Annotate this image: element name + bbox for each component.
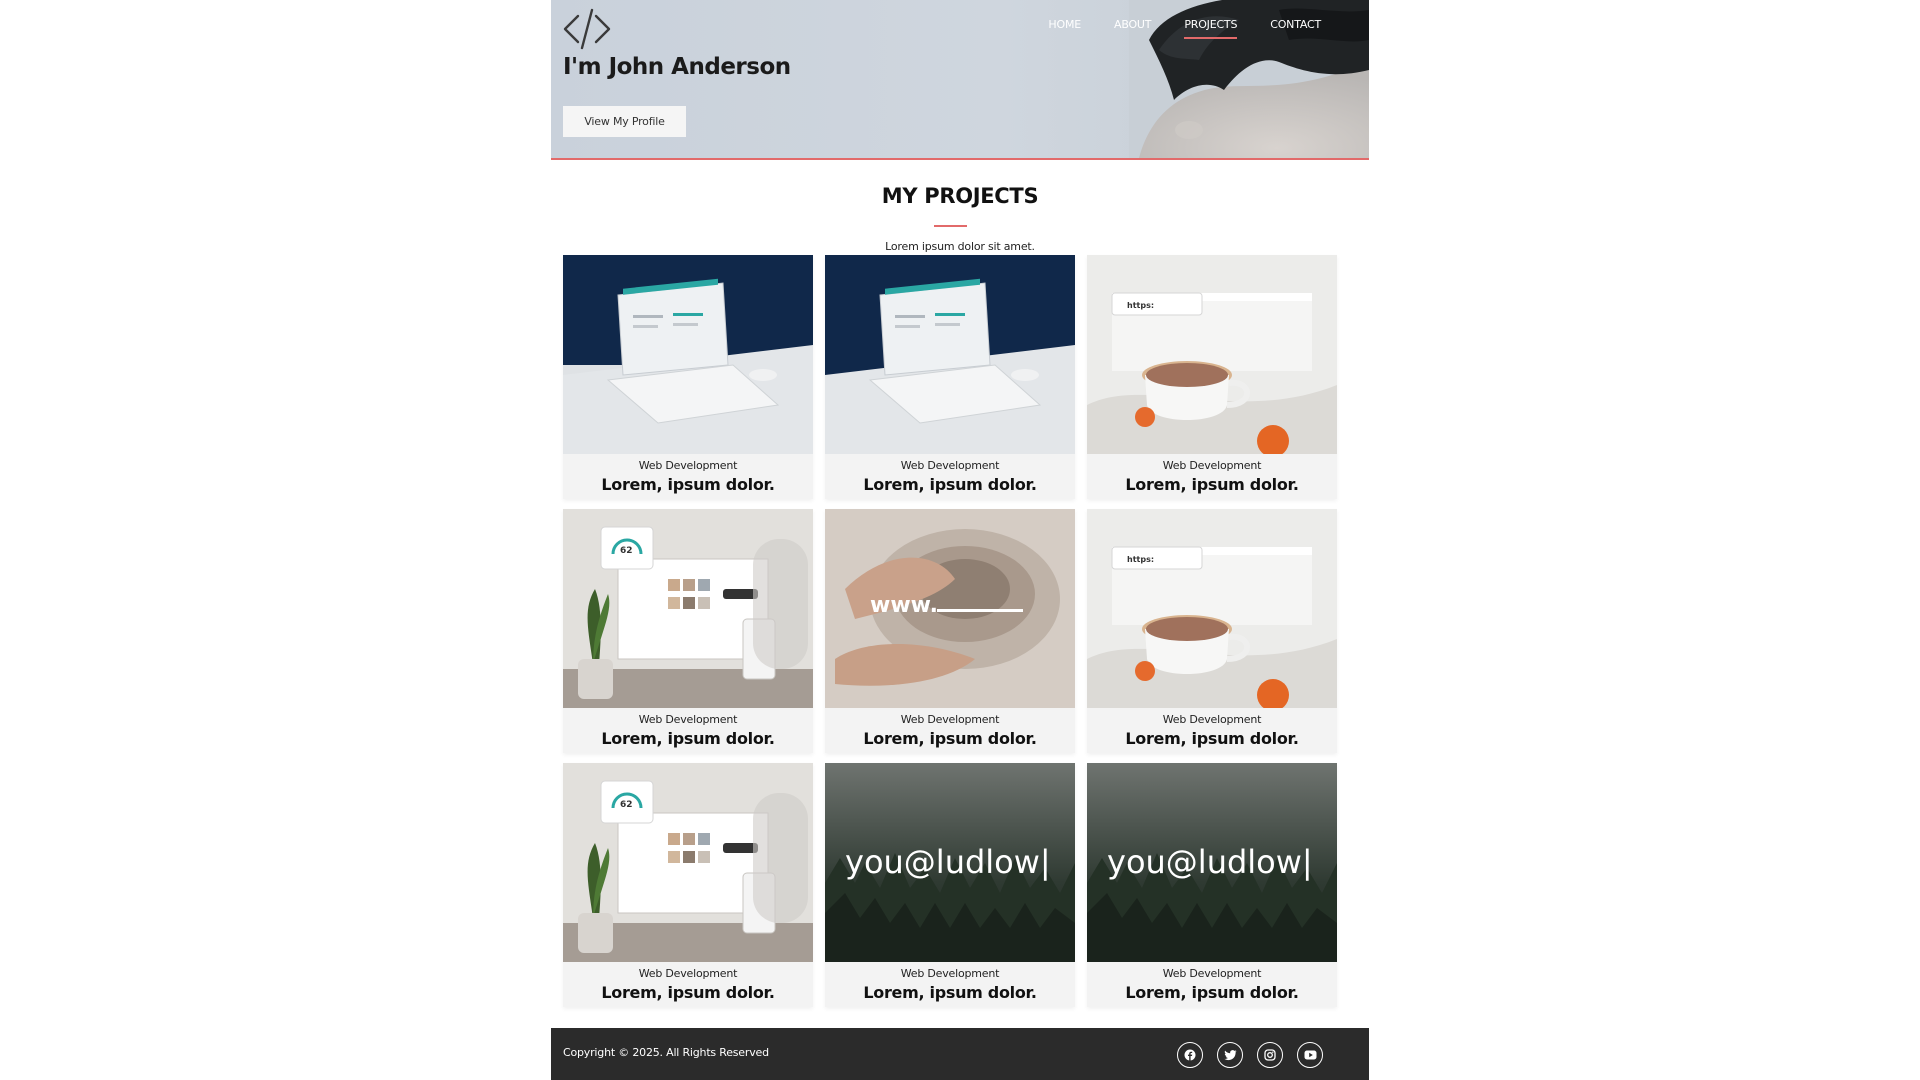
project-title: Lorem, ipsum dolor. bbox=[1125, 983, 1299, 1002]
svg-text:you@ludlow|: you@ludlow| bbox=[1107, 843, 1313, 881]
coffee-browser-image: https: bbox=[1087, 509, 1337, 708]
pottery-www-image: www. bbox=[825, 509, 1075, 708]
svg-text:62: 62 bbox=[620, 800, 633, 810]
view-profile-button[interactable]: View My Profile bbox=[563, 106, 686, 137]
project-title: Lorem, ipsum dolor. bbox=[601, 983, 775, 1002]
nav-item-contact[interactable]: CONTACT bbox=[1270, 18, 1321, 39]
project-title: Lorem, ipsum dolor. bbox=[863, 729, 1037, 748]
forest-email-image: you@ludlow| bbox=[1087, 763, 1337, 962]
project-category: Web Development bbox=[900, 459, 1000, 472]
svg-text:you@ludlow|: you@ludlow| bbox=[845, 843, 1051, 881]
project-card[interactable]: Web Development Lorem, ipsum dolor. bbox=[825, 255, 1075, 499]
social-links bbox=[1177, 1042, 1337, 1068]
facebook-icon[interactable] bbox=[1177, 1042, 1203, 1068]
code-brackets-icon[interactable] bbox=[562, 6, 612, 52]
svg-text:https:: https: bbox=[1127, 555, 1154, 564]
forest-email-image: you@ludlow| bbox=[825, 763, 1075, 962]
laptop-dashboard-image bbox=[825, 255, 1075, 454]
monitor-plant-image: 62 bbox=[563, 763, 813, 962]
project-category: Web Development bbox=[638, 967, 738, 980]
laptop-dashboard-image bbox=[563, 255, 813, 454]
site-footer: Copyright © 2025. All Rights Reserved bbox=[551, 1028, 1369, 1080]
project-card[interactable]: 62 Web Development Lorem, ipsum dolor. bbox=[563, 509, 813, 753]
portfolio-page: HOME ABOUT PROJECTS CONTACT I'm John And… bbox=[551, 0, 1369, 1080]
project-title: Lorem, ipsum dolor. bbox=[863, 475, 1037, 494]
project-card[interactable]: you@ludlow| Web Development Lorem, ipsum… bbox=[825, 763, 1075, 1007]
hero-banner: HOME ABOUT PROJECTS CONTACT I'm John And… bbox=[551, 0, 1369, 160]
project-title: Lorem, ipsum dolor. bbox=[601, 729, 775, 748]
project-category: Web Development bbox=[1162, 967, 1262, 980]
twitter-icon[interactable] bbox=[1217, 1042, 1243, 1068]
nav-item-projects[interactable]: PROJECTS bbox=[1184, 18, 1237, 39]
project-card[interactable]: 62 Web Development Lorem, ipsum dolor. bbox=[563, 763, 813, 1007]
nav-item-home[interactable]: HOME bbox=[1048, 18, 1081, 39]
title-underline bbox=[934, 225, 967, 227]
svg-text:www.: www. bbox=[870, 593, 938, 618]
project-title: Lorem, ipsum dolor. bbox=[601, 475, 775, 494]
monitor-plant-image: 62 bbox=[563, 509, 813, 708]
project-card[interactable]: Web Development Lorem, ipsum dolor. bbox=[563, 255, 813, 499]
project-category: Web Development bbox=[1162, 713, 1262, 726]
project-card[interactable]: you@ludlow| Web Development Lorem, ipsum… bbox=[1087, 763, 1337, 1007]
project-category: Web Development bbox=[638, 713, 738, 726]
project-category: Web Development bbox=[638, 459, 738, 472]
project-category: Web Development bbox=[900, 713, 1000, 726]
project-title: Lorem, ipsum dolor. bbox=[1125, 475, 1299, 494]
project-title: Lorem, ipsum dolor. bbox=[863, 983, 1037, 1002]
copyright-text: Copyright © 2025. All Rights Reserved bbox=[563, 1046, 769, 1059]
project-card[interactable]: www. Web Development Lorem, ipsum dolor. bbox=[825, 509, 1075, 753]
youtube-icon[interactable] bbox=[1297, 1042, 1323, 1068]
main-nav: HOME ABOUT PROJECTS CONTACT bbox=[1015, 18, 1321, 39]
nav-item-about[interactable]: ABOUT bbox=[1114, 18, 1152, 39]
coffee-browser-image: https: bbox=[1087, 255, 1337, 454]
section-title: MY PROJECTS bbox=[881, 184, 1039, 208]
project-category: Web Development bbox=[900, 967, 1000, 980]
project-category: Web Development bbox=[1162, 459, 1262, 472]
project-card[interactable]: https: Web Development Lorem, ipsum dolo… bbox=[1087, 255, 1337, 499]
svg-text:https:: https: bbox=[1127, 301, 1154, 310]
instagram-icon[interactable] bbox=[1257, 1042, 1283, 1068]
section-subtitle: Lorem ipsum dolor sit amet. bbox=[885, 240, 1035, 253]
project-card[interactable]: https: Web Development Lorem, ipsum dolo… bbox=[1087, 509, 1337, 753]
svg-text:62: 62 bbox=[620, 546, 633, 556]
hero-title: I'm John Anderson bbox=[563, 54, 791, 80]
project-title: Lorem, ipsum dolor. bbox=[1125, 729, 1299, 748]
